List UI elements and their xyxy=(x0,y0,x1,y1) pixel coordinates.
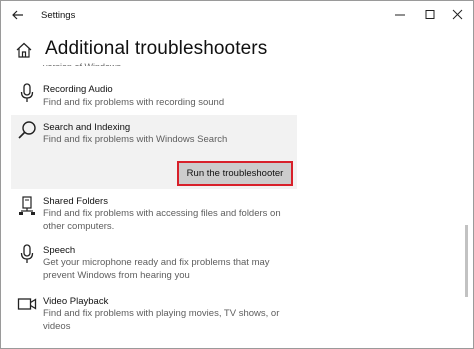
troubleshooter-video-playback[interactable]: Video Playback Find and fix problems wit… xyxy=(11,293,297,335)
troubleshooter-description: Find and fix problems with Windows Searc… xyxy=(43,134,228,145)
close-button[interactable] xyxy=(443,5,473,25)
back-arrow-icon xyxy=(12,10,23,20)
troubleshooter-name: Search and Indexing xyxy=(43,122,131,133)
run-troubleshooter-label: Run the troubleshooter xyxy=(186,168,284,179)
minimize-icon xyxy=(395,14,405,16)
truncated-description: version of Windows. xyxy=(43,58,124,66)
vertical-scrollbar[interactable] xyxy=(465,225,468,297)
troubleshooter-description: Find and fix problems with recording sou… xyxy=(43,97,225,108)
maximize-button[interactable] xyxy=(415,5,445,25)
troubleshooter-recording-audio[interactable]: Recording Audio Find and fix problems wi… xyxy=(11,81,297,113)
troubleshooter-name: Video Playback xyxy=(43,296,109,307)
troubleshooter-name: Speech xyxy=(43,245,76,256)
troubleshooter-name: Recording Audio xyxy=(43,84,113,95)
window-title: Settings xyxy=(41,10,76,21)
troubleshooter-shared-folders[interactable]: Shared Folders Find and fix problems wit… xyxy=(11,193,297,233)
home-icon xyxy=(16,42,32,58)
shared-folders-icon xyxy=(17,195,37,217)
microphone-icon xyxy=(17,82,37,104)
troubleshooter-name: Shared Folders xyxy=(43,196,108,207)
back-button[interactable] xyxy=(7,5,29,25)
minimize-button[interactable] xyxy=(385,5,415,25)
video-camera-icon xyxy=(17,293,37,315)
maximize-icon xyxy=(425,10,435,19)
page-title: Additional troubleshooters xyxy=(45,38,268,59)
home-button[interactable] xyxy=(15,41,33,59)
troubleshooter-description: Find and fix problems with accessing fil… xyxy=(43,208,281,232)
run-troubleshooter-button[interactable]: Run the troubleshooter xyxy=(177,161,293,186)
troubleshooter-speech[interactable]: Speech Get your microphone ready and fix… xyxy=(11,243,297,285)
troubleshooter-description: Get your microphone ready and fix proble… xyxy=(43,257,270,281)
settings-window: Settings Additional troubleshooters vers… xyxy=(0,0,474,349)
title-bar: Settings xyxy=(1,1,473,31)
search-icon xyxy=(17,119,37,141)
troubleshooter-description: Find and fix problems with playing movie… xyxy=(43,308,280,332)
microphone-icon xyxy=(17,243,37,265)
close-icon xyxy=(452,9,463,20)
troubleshooter-search-and-indexing[interactable]: Search and Indexing Find and fix problem… xyxy=(11,115,297,189)
